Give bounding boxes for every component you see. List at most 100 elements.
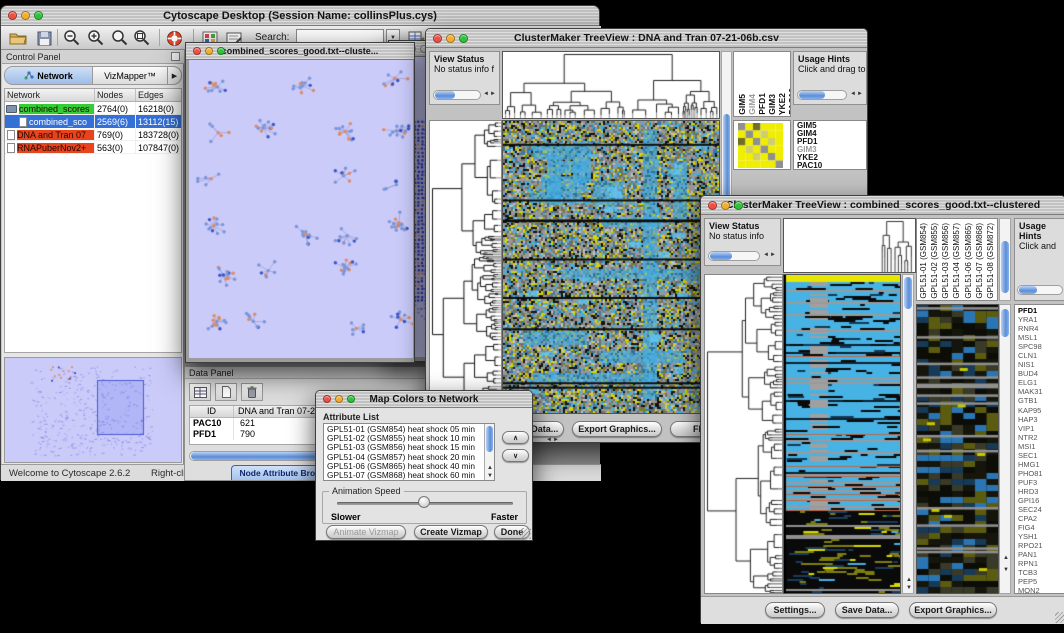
treeview2-genelist-vscroll-thumb[interactable] xyxy=(1001,309,1009,337)
gene-label[interactable]: FIG4 xyxy=(1018,523,1064,532)
dialog-titlebar[interactable]: Map Colors to Network xyxy=(316,391,532,408)
zoom-button[interactable] xyxy=(459,34,468,43)
animate-vizmap-button[interactable]: Animate Vizmap xyxy=(326,525,406,539)
gene-label[interactable]: KAP95 xyxy=(1018,406,1064,415)
help-button[interactable] xyxy=(163,28,185,48)
save-data-button[interactable]: Save Data... xyxy=(835,602,899,618)
gene-label[interactable]: BUD4 xyxy=(1018,369,1064,378)
usage-hints-hscroll[interactable] xyxy=(797,90,847,100)
export-graphics-button[interactable]: Export Graphics... xyxy=(909,602,997,618)
gene-label[interactable]: PAC10 xyxy=(797,162,866,170)
col-id[interactable]: ID xyxy=(190,406,234,417)
treeview1-row-dendrogram[interactable] xyxy=(429,120,502,414)
attribute-listbox[interactable]: GPL51-01 (GSM854) heat shock 05 minGPL51… xyxy=(323,423,495,481)
new-attribute-button[interactable] xyxy=(215,383,237,401)
gene-label[interactable]: PAN1 xyxy=(1018,550,1064,559)
gene-label[interactable]: PEP5 xyxy=(1018,577,1064,586)
treeview1-heatmap-canvas[interactable] xyxy=(502,120,720,414)
close-button[interactable] xyxy=(193,47,201,55)
create-vizmap-button[interactable]: Create Vizmap xyxy=(414,525,488,539)
column-label[interactable]: GPL51-04 (GSM857) xyxy=(952,223,963,299)
gene-label[interactable]: RNR4 xyxy=(1018,324,1064,333)
gene-label[interactable]: GTB1 xyxy=(1018,396,1064,405)
column-label[interactable]: YKE2 xyxy=(778,93,787,115)
treeview2-titlebar[interactable]: ClusterMaker TreeView : combined_scores_… xyxy=(701,196,1064,215)
column-label[interactable]: GPL51-08 (GSM872) xyxy=(986,223,997,299)
network-table-row[interactable]: combined_scores2764(0)16218(0) xyxy=(5,102,181,115)
gene-label[interactable]: MSL1 xyxy=(1018,333,1064,342)
settings-button[interactable]: Settings... xyxy=(765,602,825,618)
network-overview-canvas[interactable] xyxy=(4,357,182,463)
treeview2-labels-vscroll-thumb[interactable] xyxy=(1001,241,1009,293)
gene-label[interactable]: CPA2 xyxy=(1018,514,1064,523)
tab-vizmapper[interactable]: VizMapper™ xyxy=(93,67,167,84)
scroll-left-icon[interactable]: ◄ xyxy=(850,91,856,98)
network-table-row[interactable]: combined_sco2569(6)13112(15) xyxy=(5,115,181,128)
move-down-button[interactable]: ∨ xyxy=(502,449,529,462)
view-status-hscroll[interactable] xyxy=(708,251,760,261)
zoom-in-button[interactable] xyxy=(85,28,107,48)
gene-label[interactable]: MSI1 xyxy=(1018,442,1064,451)
column-label[interactable]: GPL51-07 (GSM868) xyxy=(975,223,986,299)
usage-hints-hscroll-thumb[interactable] xyxy=(799,91,825,99)
network-table-row[interactable]: RNAPuberNov2+563(0)107847(0) xyxy=(5,141,181,154)
gene-label[interactable]: TCB3 xyxy=(1018,568,1064,577)
scroll-left-icon[interactable]: ◄ xyxy=(483,91,489,98)
scroll-down-icon[interactable]: ▼ xyxy=(487,473,493,480)
scroll-down-icon[interactable]: ▼ xyxy=(906,585,912,592)
gene-label[interactable]: PFD1 xyxy=(1018,306,1064,315)
gene-label[interactable]: YRA1 xyxy=(1018,315,1064,324)
column-label[interactable]: GIM5 xyxy=(738,94,747,115)
scroll-up-icon[interactable]: ▲ xyxy=(487,465,493,472)
gene-label[interactable]: GPI16 xyxy=(1018,496,1064,505)
zoom-out-button[interactable] xyxy=(61,28,83,48)
delete-attribute-button[interactable] xyxy=(241,383,263,401)
treeview1-vscroll-thumb[interactable] xyxy=(723,114,730,202)
minimize-button[interactable] xyxy=(205,47,213,55)
minimize-button[interactable] xyxy=(21,11,30,20)
gene-label[interactable]: HMG1 xyxy=(1018,460,1064,469)
scroll-down-icon[interactable]: ▼ xyxy=(1003,567,1009,574)
treeview1-gene-list[interactable]: GIM5GIM4PFD1GIM3YKE2PAC10 xyxy=(793,120,867,170)
gene-label[interactable]: SEC1 xyxy=(1018,451,1064,460)
open-session-button[interactable] xyxy=(7,28,29,48)
column-label[interactable]: GPL51-01 (GSM854) xyxy=(919,223,930,299)
treeview2-gene-list[interactable]: PFD1YRA1RNR4MSL1SPC98CLN1NIS1BUD4ELG1MAK… xyxy=(1014,304,1064,594)
close-button[interactable] xyxy=(708,201,717,210)
column-label[interactable]: GIM3 xyxy=(768,94,777,115)
gene-label[interactable]: SEC24 xyxy=(1018,505,1064,514)
cytoscape-titlebar[interactable]: Cytoscape Desktop (Session Name: collins… xyxy=(1,6,599,26)
column-label[interactable]: GIM4 xyxy=(748,94,757,115)
gene-label[interactable]: MAK31 xyxy=(1018,387,1064,396)
gene-label[interactable]: PHO81 xyxy=(1018,469,1064,478)
gene-label[interactable]: HAP3 xyxy=(1018,415,1064,424)
tabs-overflow-button[interactable]: ▶ xyxy=(167,67,181,84)
attribute-list-vscroll-thumb[interactable] xyxy=(486,426,493,452)
gene-label[interactable]: NTR2 xyxy=(1018,433,1064,442)
scroll-right-icon[interactable]: ► xyxy=(553,437,559,444)
treeview2-heatmap-canvas[interactable] xyxy=(783,274,901,594)
minimize-button[interactable] xyxy=(721,201,730,210)
export-graphics-button[interactable]: Export Graphics... xyxy=(572,421,662,437)
column-label[interactable]: PAC10 xyxy=(788,88,791,115)
move-up-button[interactable]: ∧ xyxy=(502,431,529,444)
treeview1-column-dendrogram[interactable] xyxy=(502,51,720,119)
treeview2-heatmap-vscroll-thumb[interactable] xyxy=(904,277,912,309)
resize-grip[interactable] xyxy=(520,528,531,539)
scroll-left-icon[interactable]: ◄ xyxy=(546,437,552,444)
scroll-right-icon[interactable]: ► xyxy=(490,91,496,98)
minimize-button[interactable] xyxy=(446,34,455,43)
scroll-left-icon[interactable]: ◄ xyxy=(763,252,769,259)
save-session-button[interactable] xyxy=(33,28,55,48)
attribute-list-item[interactable]: GPL51-07 (GSM868) heat shock 60 min xyxy=(327,471,494,480)
gene-label[interactable]: VIP1 xyxy=(1018,424,1064,433)
col-network[interactable]: Network xyxy=(5,89,95,101)
view-status-hscroll[interactable] xyxy=(433,90,481,100)
close-button[interactable] xyxy=(433,34,442,43)
zoom-button[interactable] xyxy=(347,395,355,403)
treeview1-titlebar[interactable]: ClusterMaker TreeView : DNA and Tran 07-… xyxy=(426,29,867,48)
scroll-up-icon[interactable]: ▲ xyxy=(906,577,912,584)
usage-hints-hscroll[interactable] xyxy=(1017,285,1063,295)
gene-label[interactable]: SPC98 xyxy=(1018,342,1064,351)
gene-label[interactable]: YSH1 xyxy=(1018,532,1064,541)
